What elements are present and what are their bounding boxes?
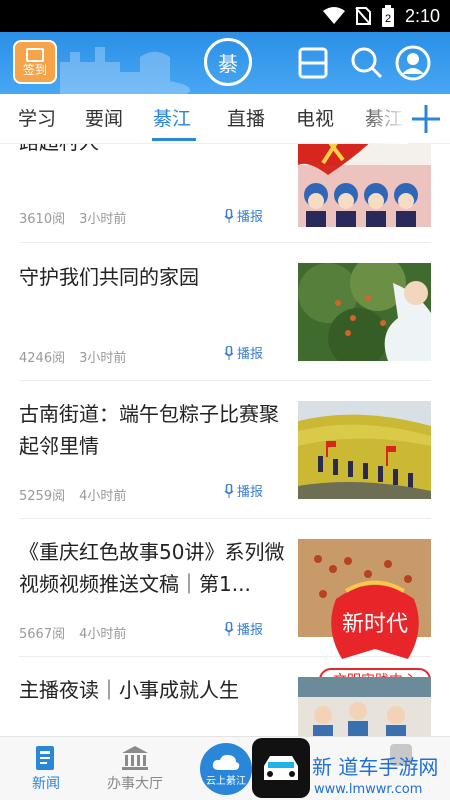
- article-thumbnail: [298, 263, 431, 361]
- article-meta: 5259阅 4小时前: [19, 485, 126, 504]
- broadcast-button[interactable]: 播报: [224, 481, 263, 500]
- article-title: 主播夜读｜小事成就人生: [19, 678, 239, 702]
- tab-study[interactable]: 学习: [18, 94, 56, 144]
- article-meta: 3610阅 3小时前: [19, 208, 126, 227]
- nav-news-label: 新闻: [32, 776, 60, 792]
- signin-button[interactable]: 签到: [13, 40, 57, 84]
- status-time: 2:10: [404, 5, 440, 26]
- battery-icon: 2: [381, 5, 394, 27]
- microphone-icon: [224, 483, 234, 498]
- signin-label: 签到: [22, 63, 47, 77]
- status-bar: 2 2:10: [0, 0, 450, 32]
- article-time: 3小时前: [79, 351, 127, 366]
- list-item[interactable]: 主播夜读｜小事成就人生: [0, 657, 450, 736]
- watermark-title: 新 道车手游网: [312, 755, 438, 779]
- article-time: 4小时前: [79, 627, 127, 642]
- broadcast-label: 播报: [237, 485, 264, 500]
- tab-live[interactable]: 直播: [227, 94, 265, 144]
- microphone-icon: [224, 621, 234, 636]
- microphone-icon: [224, 208, 234, 223]
- nav-cloud-label: 云上綦江: [206, 775, 246, 787]
- battery-level: 2: [385, 13, 391, 25]
- broadcast-label: 播报: [237, 210, 264, 225]
- broadcast-label: 播报: [237, 347, 264, 362]
- search-icon[interactable]: [348, 44, 386, 82]
- article-title: 《重庆红色故事50讲》系列微视频视频推送文稿｜第1...: [19, 540, 285, 596]
- view-count: 5259阅: [19, 489, 66, 504]
- calendar-icon: [26, 48, 44, 62]
- badge-title: 新时代: [342, 612, 408, 637]
- newspaper-icon: [36, 746, 54, 770]
- news-feed: 路超村人 3610阅 3小时前 播报 守护我们共同的家园 4246阅 3小时前 播报: [0, 144, 450, 736]
- watermark-url: www.lmwwr.com: [314, 782, 422, 797]
- scan-icon[interactable]: [294, 44, 332, 82]
- tab-qijiang[interactable]: 綦江: [153, 94, 191, 144]
- view-count: 4246阅: [19, 351, 66, 366]
- article-title: 古南街道：端午包粽子比赛聚起邻里情: [19, 402, 279, 458]
- channel-tabs: 学习 要闻 綦江 直播 电视 綦江: [0, 94, 450, 144]
- article-meta: 5667阅 4小时前: [19, 623, 126, 642]
- no-sim-icon: [355, 7, 371, 25]
- nav-cloud-qijiang[interactable]: 云上綦江: [200, 743, 252, 795]
- user-avatar-icon[interactable]: [394, 44, 432, 82]
- broadcast-button[interactable]: 播报: [224, 619, 263, 638]
- tab-tv[interactable]: 电视: [296, 94, 334, 144]
- cloud-icon: [212, 754, 240, 770]
- article-thumbnail: [298, 677, 431, 736]
- article-time: 3小时前: [79, 212, 127, 227]
- logo-char: 綦: [218, 51, 238, 76]
- government-building-icon: [122, 746, 148, 770]
- article-time: 4小时前: [79, 489, 127, 504]
- microphone-icon: [224, 345, 234, 360]
- broadcast-button[interactable]: 播报: [224, 206, 263, 225]
- article-meta: 4246阅 3小时前: [19, 347, 126, 366]
- list-item[interactable]: 古南街道：端午包粽子比赛聚起邻里情 5259阅 4小时前 播报: [0, 381, 450, 519]
- article-title: 守护我们共同的家园: [19, 265, 199, 289]
- article-thumbnail: [298, 144, 431, 227]
- add-channel-icon[interactable]: [408, 101, 444, 137]
- article-title: 路超村人: [19, 144, 287, 158]
- list-item[interactable]: 路超村人 3610阅 3小时前 播报: [0, 144, 450, 243]
- wifi-icon: [322, 7, 345, 24]
- tab-fade: [358, 94, 408, 144]
- app-header: 签到 綦: [0, 32, 450, 94]
- broadcast-button[interactable]: 播报: [224, 343, 263, 362]
- view-count: 3610阅: [19, 212, 66, 227]
- nav-services[interactable]: 办事大厅: [104, 741, 166, 793]
- active-tab-indicator: [152, 138, 196, 141]
- nav-news[interactable]: 新闻: [26, 741, 66, 793]
- site-watermark: 新 道车手游网 www.lmwwr.com: [252, 738, 438, 798]
- view-count: 5667阅: [19, 627, 66, 642]
- tab-news[interactable]: 要闻: [85, 94, 123, 144]
- list-item[interactable]: 守护我们共同的家园 4246阅 3小时前 播报: [0, 243, 450, 381]
- nav-services-label: 办事大厅: [107, 776, 163, 792]
- article-thumbnail: [298, 401, 431, 499]
- broadcast-label: 播报: [237, 623, 264, 638]
- app-logo: 綦: [204, 38, 252, 86]
